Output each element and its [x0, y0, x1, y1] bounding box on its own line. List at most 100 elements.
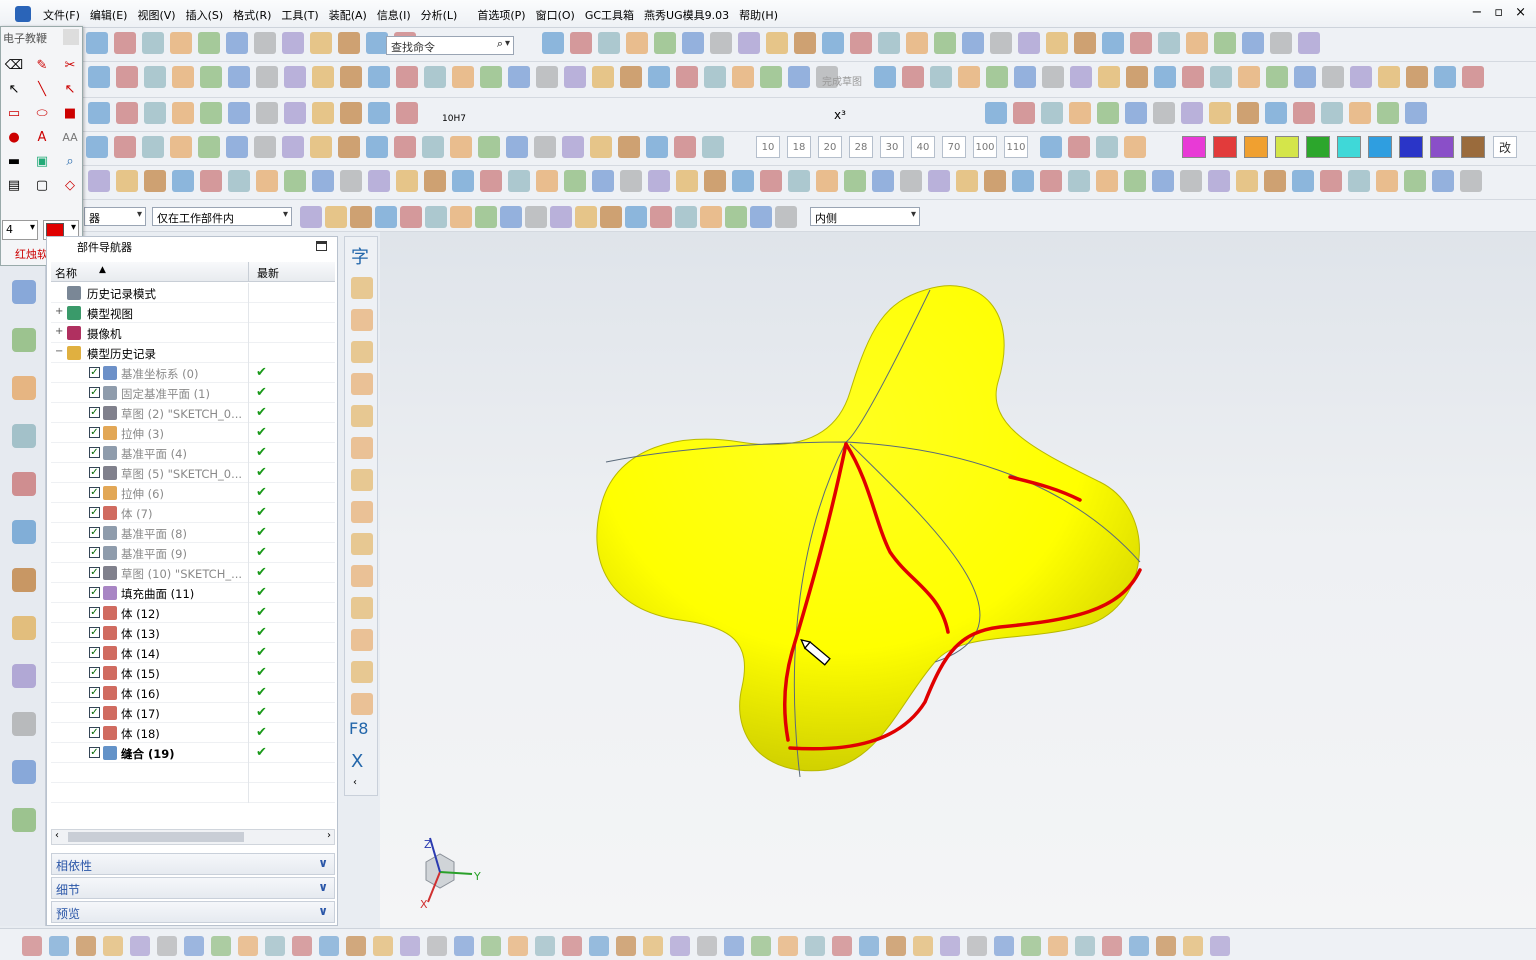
visibility-checkbox[interactable]: ✓ — [89, 507, 100, 518]
menu-item[interactable]: 窗口(O) — [531, 6, 580, 24]
menu-item[interactable]: 视图(V) — [132, 6, 180, 24]
toolbar-tool-icon[interactable] — [766, 32, 788, 54]
sync-tool-icon[interactable] — [88, 102, 110, 124]
selection-tool-icon[interactable] — [400, 206, 422, 228]
sketch-tool-icon[interactable] — [1042, 66, 1064, 88]
scroll-right-icon[interactable]: › — [327, 830, 331, 841]
toolbar-tool-icon[interactable] — [906, 32, 928, 54]
sketch-tool-icon[interactable] — [874, 66, 896, 88]
curve-tool-icon[interactable] — [373, 936, 393, 956]
pen-size-select[interactable]: 4 ▾ — [2, 220, 38, 240]
curve-tool-icon[interactable] — [211, 936, 231, 956]
selection-tool-icon[interactable] — [350, 206, 372, 228]
expander-icon[interactable]: + — [55, 326, 63, 337]
part-tool-icon[interactable] — [1460, 170, 1482, 192]
mold-tool-icon[interactable] — [674, 136, 696, 158]
mold-tool-icon[interactable] — [142, 136, 164, 158]
mold-tool-icon[interactable] — [1124, 136, 1146, 158]
toolbar-tool-icon[interactable] — [86, 32, 108, 54]
feature-row[interactable]: ✓ 拉伸 (6) ✔ — [51, 483, 335, 503]
feature-tool-icon[interactable] — [144, 66, 166, 88]
feature-tool-icon[interactable] — [620, 66, 642, 88]
selection-tool-icon[interactable] — [425, 206, 447, 228]
curve-tool-icon[interactable] — [913, 936, 933, 956]
part-tool-icon[interactable] — [676, 170, 698, 192]
curve-tool-icon[interactable] — [1183, 936, 1203, 956]
part-tool-icon[interactable] — [872, 170, 894, 192]
layout-3-icon[interactable] — [12, 808, 36, 832]
sync-tool-icon[interactable] — [1209, 102, 1231, 124]
sync-tool-icon[interactable] — [284, 102, 306, 124]
part-tool-icon[interactable] — [956, 170, 978, 192]
part-tool-icon[interactable] — [900, 170, 922, 192]
color-swatch[interactable] — [1275, 136, 1299, 158]
clear-icon[interactable]: ✂ — [59, 55, 81, 75]
feature-row[interactable]: ✓ 体 (15) ✔ — [51, 663, 335, 683]
feature-tool-icon[interactable] — [452, 66, 474, 88]
standard-size-button[interactable]: 40 — [911, 136, 935, 158]
vertical-tool-icon[interactable] — [351, 373, 373, 395]
toolbar-tool-icon[interactable] — [170, 32, 192, 54]
mold-tool-icon[interactable] — [366, 136, 388, 158]
color-swatch[interactable] — [1368, 136, 1392, 158]
selection-tool-icon[interactable] — [375, 206, 397, 228]
mold-tool-icon[interactable] — [1068, 136, 1090, 158]
tree-node[interactable]: − 模型历史记录 — [51, 343, 335, 363]
mold-tool-icon[interactable] — [282, 136, 304, 158]
vertical-tool-icon[interactable] — [351, 469, 373, 491]
selection-tool-icon[interactable] — [775, 206, 797, 228]
visibility-checkbox[interactable]: ✓ — [89, 607, 100, 618]
curve-tool-icon[interactable] — [589, 936, 609, 956]
color-swatch[interactable] — [1461, 136, 1485, 158]
menu-item[interactable]: 帮助(H) — [734, 6, 783, 24]
curve-tool-icon[interactable] — [319, 936, 339, 956]
curve-tool-icon[interactable] — [1048, 936, 1068, 956]
thickness-icon[interactable]: ▬ — [3, 151, 25, 171]
mold-tool-icon[interactable] — [422, 136, 444, 158]
sketch-tool-icon[interactable] — [958, 66, 980, 88]
sync-tool-icon[interactable] — [1125, 102, 1147, 124]
sync-tool-icon[interactable] — [1097, 102, 1119, 124]
part-tool-icon[interactable] — [368, 170, 390, 192]
mold-tool-icon[interactable] — [226, 136, 248, 158]
sketch-tool-icon[interactable] — [1434, 66, 1456, 88]
visibility-checkbox[interactable]: ✓ — [89, 527, 100, 538]
standard-size-button[interactable]: 110 — [1004, 136, 1028, 158]
toolbar-tool-icon[interactable] — [1018, 32, 1040, 54]
feature-tool-icon[interactable] — [88, 66, 110, 88]
panel-details[interactable]: 细节 ∨ — [51, 877, 335, 899]
vertical-tool-icon[interactable] — [351, 309, 373, 331]
part-tool-icon[interactable] — [648, 170, 670, 192]
mold-tool-icon[interactable] — [478, 136, 500, 158]
toolbar-tool-icon[interactable] — [878, 32, 900, 54]
selection-tool-icon[interactable] — [300, 206, 322, 228]
feature-tool-icon[interactable] — [592, 66, 614, 88]
part-tool-icon[interactable] — [620, 170, 642, 192]
visibility-checkbox[interactable]: ✓ — [89, 627, 100, 638]
part-tool-icon[interactable] — [704, 170, 726, 192]
pointer-icon[interactable]: ↖ — [3, 79, 25, 99]
sync-tool-icon[interactable] — [1293, 102, 1315, 124]
feature-tool-icon[interactable] — [648, 66, 670, 88]
toolbar-tool-icon[interactable] — [1298, 32, 1320, 54]
mold-tool-icon[interactable] — [618, 136, 640, 158]
toolbar-tool-icon[interactable] — [822, 32, 844, 54]
curve-tool-icon[interactable] — [1075, 936, 1095, 956]
maximize-icon[interactable] — [316, 241, 327, 251]
feature-tool-icon[interactable] — [480, 66, 502, 88]
feature-tool-icon[interactable] — [368, 66, 390, 88]
feature-tool-icon[interactable] — [312, 66, 334, 88]
visibility-checkbox[interactable]: ✓ — [89, 467, 100, 478]
open-icon[interactable]: ▢ — [31, 175, 53, 195]
part-tool-icon[interactable] — [452, 170, 474, 192]
part-tool-icon[interactable] — [984, 170, 1006, 192]
part-tool-icon[interactable] — [1264, 170, 1286, 192]
selection-tool-icon[interactable] — [600, 206, 622, 228]
standard-size-button[interactable]: 100 — [973, 136, 997, 158]
color-swatch[interactable] — [1182, 136, 1206, 158]
text-icon[interactable]: A — [31, 127, 53, 147]
vertical-tool-icon[interactable] — [351, 501, 373, 523]
column-latest[interactable]: 最新 — [257, 265, 279, 281]
color-swatch[interactable] — [1430, 136, 1454, 158]
visibility-checkbox[interactable]: ✓ — [89, 427, 100, 438]
